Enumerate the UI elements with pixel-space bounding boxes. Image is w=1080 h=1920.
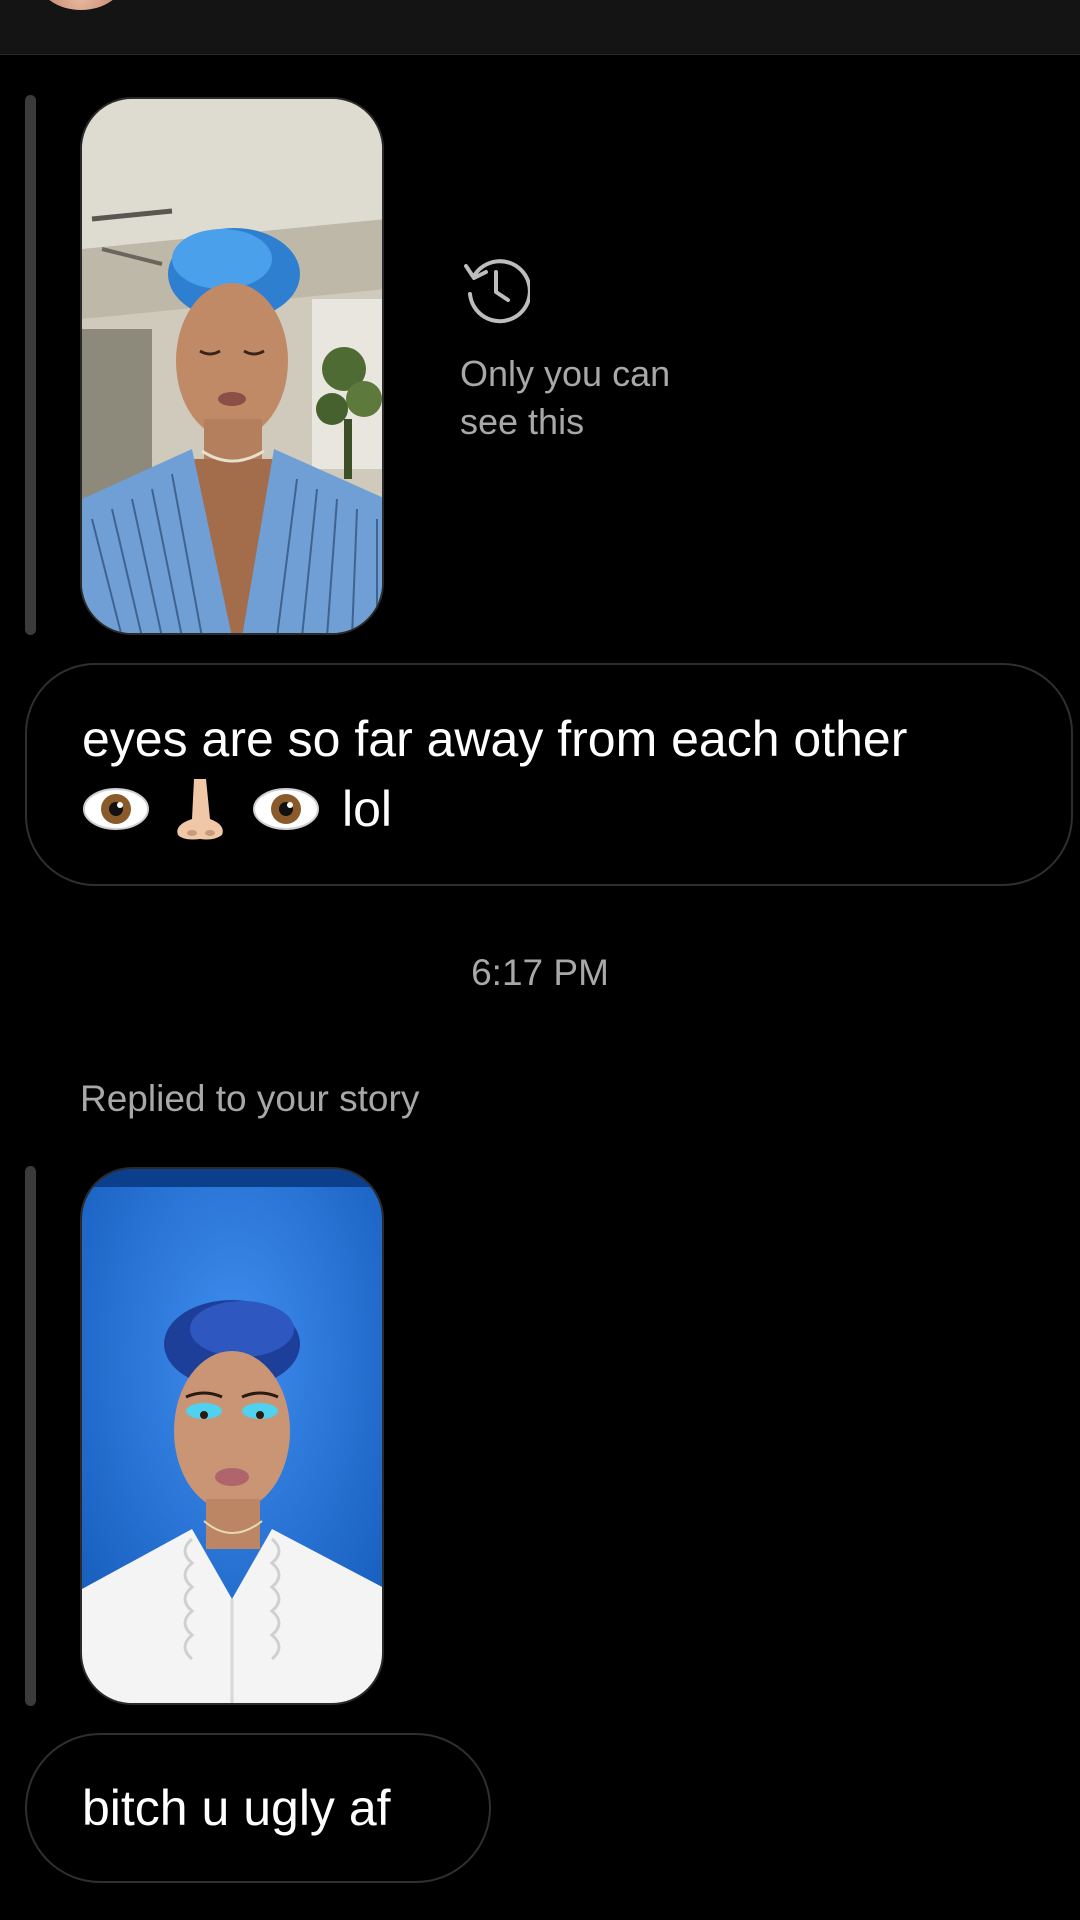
story-thumbnail[interactable] [80, 1167, 384, 1705]
only-you-can-see-label: Only you can see this [460, 353, 671, 442]
message-trailing-text: lol [342, 781, 393, 837]
message-text: bitch u ugly af [82, 1780, 391, 1836]
message-emoji-line: lol [82, 774, 1021, 844]
message-text: eyes are so far away from each other [82, 711, 908, 767]
replied-to-story-label: Replied to your story [80, 1078, 420, 1119]
avatar[interactable] [38, 0, 124, 10]
message-bubble[interactable]: bitch u ugly af [25, 1733, 491, 1883]
chat-header [0, 0, 1080, 55]
nose-emoji-icon [177, 779, 223, 840]
eye-emoji-icon [253, 788, 319, 830]
story-expired-note: Only you can see this [460, 254, 780, 446]
story-thumbnail[interactable] [80, 97, 384, 635]
reply-quote-bar [25, 95, 36, 635]
reply-quote-bar [25, 1166, 36, 1706]
message-bubble[interactable]: eyes are so far away from each other lol [25, 663, 1073, 886]
message-timestamp: 6:17 PM [471, 952, 609, 993]
history-icon [464, 259, 530, 324]
eye-emoji-icon [83, 788, 149, 830]
